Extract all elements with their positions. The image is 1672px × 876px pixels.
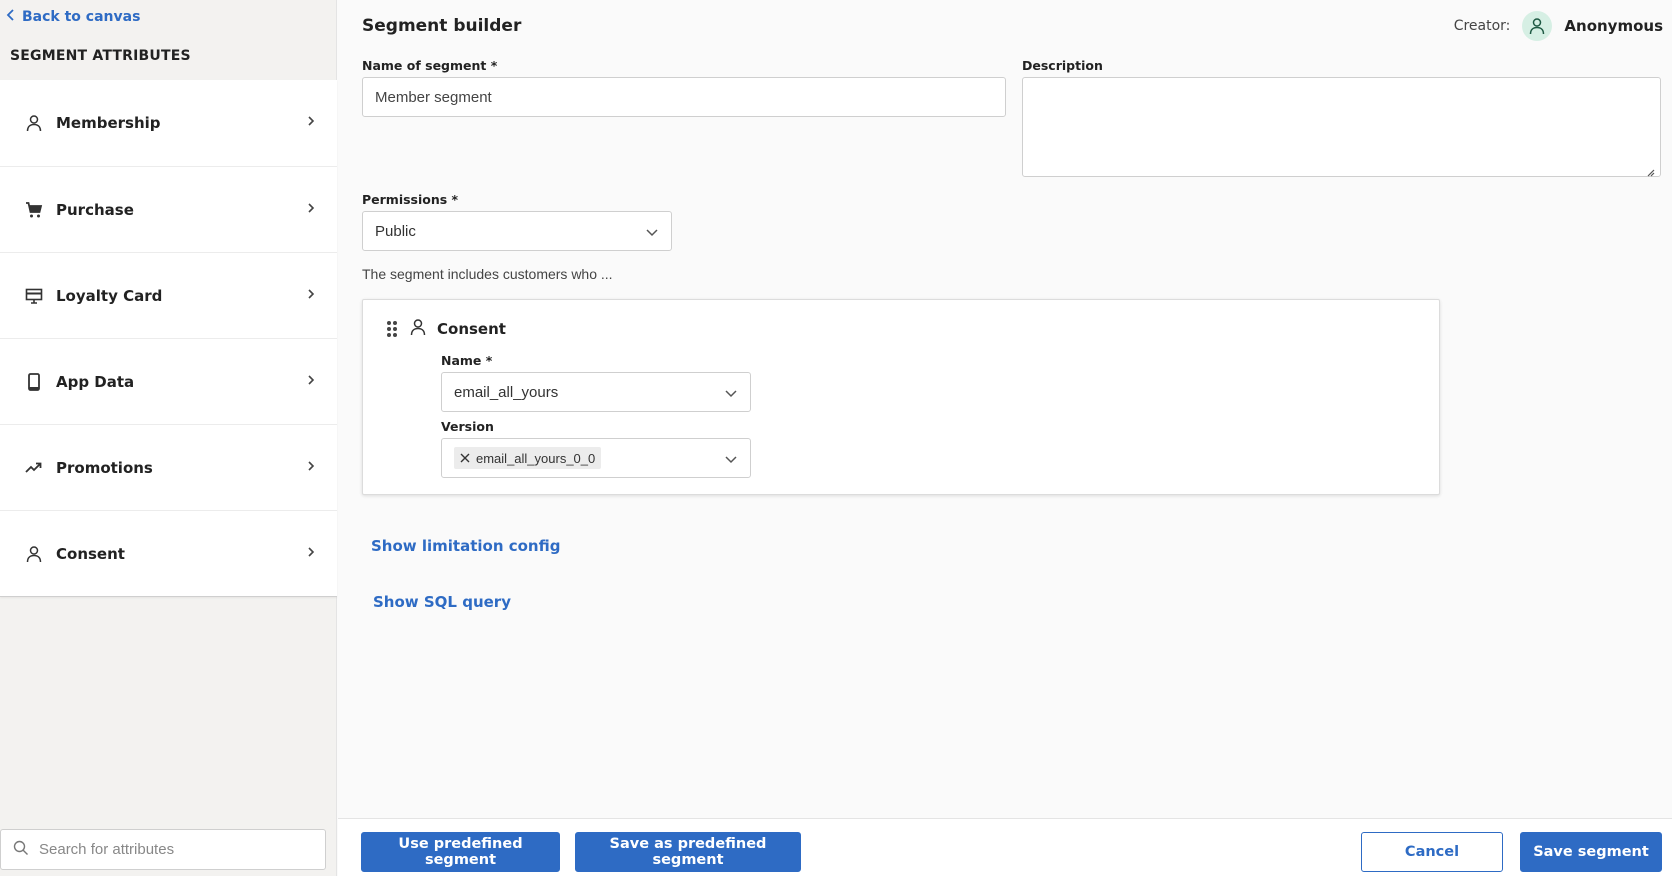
show-sql-query-link[interactable]: Show SQL query [373, 593, 511, 611]
avatar [1522, 11, 1553, 41]
version-chip: email_all_yours_0_0 [454, 447, 602, 469]
save-segment-button[interactable]: Save segment [1520, 832, 1662, 872]
condition-card: Consent Name * email_all_yours Version e… [362, 299, 1440, 495]
chevron-right-icon [307, 115, 315, 131]
back-to-canvas-label: Back to canvas [22, 9, 141, 25]
attribute-list: Membership Purchase Loyalty Card App Dat… [0, 80, 337, 597]
sidebar-item-membership[interactable]: Membership [0, 80, 337, 166]
chevron-down-icon [645, 224, 659, 238]
card-icon [24, 286, 44, 306]
sidebar-item-consent[interactable]: Consent [0, 510, 337, 596]
phone-icon [24, 372, 44, 392]
version-value-wrap: email_all_yours_0_0 [454, 447, 724, 469]
version-select[interactable]: email_all_yours_0_0 [441, 438, 751, 478]
sidebar: Back to canvas SEGMENT ATTRIBUTES Member… [0, 0, 337, 876]
use-predefined-segment-button[interactable]: Use predefined segment [361, 832, 560, 872]
chevron-down-icon [724, 385, 738, 399]
consent-name-value: email_all_yours [454, 383, 559, 401]
chevron-right-icon [307, 460, 315, 476]
sidebar-item-promotions[interactable]: Promotions [0, 424, 337, 510]
remove-chip-icon[interactable] [460, 451, 470, 466]
chevron-left-icon [6, 9, 16, 25]
sidebar-item-purchase[interactable]: Purchase [0, 166, 337, 252]
creator-name: Anonymous [1564, 17, 1663, 35]
person-icon [24, 544, 44, 564]
condition-title: Consent [437, 320, 506, 338]
back-to-canvas-link[interactable]: Back to canvas [6, 6, 140, 28]
creator-info: Creator: Anonymous [1454, 11, 1663, 41]
chevron-right-icon [307, 288, 315, 304]
segment-name-label: Name of segment * [362, 58, 498, 73]
resize-grip-icon[interactable] [1645, 162, 1655, 177]
page-title: Segment builder [362, 16, 522, 36]
chevron-right-icon [307, 374, 315, 390]
drag-handle-icon[interactable] [385, 320, 399, 338]
version-label: Version [441, 419, 494, 434]
sidebar-item-label: App Data [56, 372, 135, 391]
permissions-select[interactable]: Public [362, 211, 672, 251]
description-label: Description [1022, 58, 1103, 73]
sidebar-item-app-data[interactable]: App Data [0, 338, 337, 424]
trend-icon [24, 458, 44, 478]
show-limitation-config-link[interactable]: Show limitation config [371, 537, 560, 555]
consent-name-select[interactable]: email_all_yours [441, 372, 751, 412]
sidebar-item-label: Membership [56, 114, 161, 132]
person-icon [409, 318, 427, 340]
condition-header: Consent [385, 318, 506, 340]
person-icon [1530, 18, 1545, 35]
cancel-button[interactable]: Cancel [1361, 832, 1503, 872]
chevron-right-icon [307, 546, 315, 562]
description-textarea[interactable] [1022, 77, 1661, 177]
sidebar-item-label: Consent [56, 544, 125, 563]
creator-label: Creator: [1453, 18, 1511, 34]
segment-builder-main: Segment builder Creator: Anonymous Name … [338, 0, 1672, 818]
permissions-value: Public [375, 222, 416, 240]
sidebar-item-label: Loyalty Card [56, 286, 163, 305]
chevron-right-icon [307, 202, 315, 218]
search-input[interactable] [39, 841, 299, 858]
segment-name-input[interactable] [362, 77, 1006, 117]
person-icon [24, 113, 44, 133]
search-icon [13, 840, 29, 860]
chevron-down-icon [724, 451, 738, 465]
sidebar-item-loyalty-card[interactable]: Loyalty Card [0, 252, 337, 338]
sidebar-item-label: Purchase [56, 200, 134, 219]
sidebar-title: SEGMENT ATTRIBUTES [10, 48, 191, 64]
sidebar-item-label: Promotions [56, 458, 153, 477]
permissions-label: Permissions * [362, 192, 459, 207]
attribute-search [0, 829, 326, 870]
version-chip-label: email_all_yours_0_0 [476, 450, 596, 466]
description-wrap [1022, 77, 1661, 177]
includes-description: The segment includes customers who ... [362, 266, 613, 282]
footer-actions: Use predefined segment Save as predefine… [338, 818, 1672, 876]
consent-name-label: Name * [441, 353, 493, 368]
save-as-predefined-segment-button[interactable]: Save as predefined segment [575, 832, 801, 872]
cart-icon [24, 200, 44, 220]
